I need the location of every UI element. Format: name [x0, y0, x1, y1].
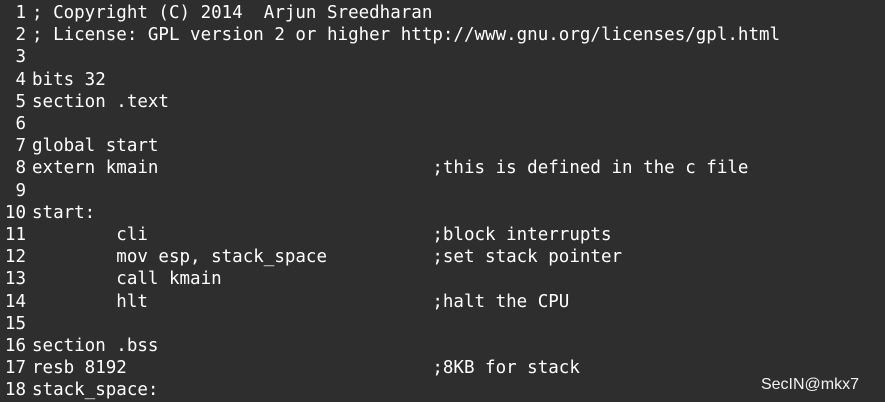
code-line: 12 mov esp, stack_space ;set stack point… [0, 246, 885, 268]
line-number: 18 [4, 380, 26, 401]
line-number: 12 [4, 247, 26, 268]
code-line: 15 [0, 313, 885, 335]
code-line: 9 [0, 180, 885, 202]
line-number: 2 [15, 25, 26, 46]
line-number: 11 [4, 225, 26, 245]
line-text: ; Copyright (C) 2014 Arjun Sreedharan [32, 3, 433, 23]
code-line: 7 global start [0, 135, 885, 157]
line-number: 10 [4, 202, 26, 223]
code-line: 1 ; Copyright (C) 2014 Arjun Sreedharan [0, 2, 885, 24]
line-number: 17 [4, 358, 26, 379]
line-text: section .bss [32, 336, 159, 356]
line-number: 4 [15, 69, 26, 90]
line-text: bits 32 [32, 69, 106, 90]
line-number: 3 [15, 47, 26, 68]
line-number: 9 [15, 180, 26, 201]
line-text: global start [32, 136, 159, 157]
code-line: 8 extern kmain ;this is defined in the c … [0, 157, 885, 179]
line-text: resb 8192 ;8KB for stack [32, 358, 580, 379]
line-number: 5 [15, 91, 26, 112]
code-line: 17 resb 8192 ;8KB for stack [0, 357, 885, 379]
code-line: 4 bits 32 [0, 69, 885, 91]
line-number: 1 [15, 3, 26, 23]
code-line: 13 call kmain [0, 268, 885, 290]
line-text: section .text [32, 91, 169, 112]
code-line: 5 section .text [0, 91, 885, 113]
watermark: SecIN@mkx7 [760, 376, 859, 393]
line-text: stack_space: [32, 380, 159, 401]
code-line: 3 [0, 46, 885, 68]
line-text: start: [32, 202, 96, 223]
code-editor[interactable]: 1 ; Copyright (C) 2014 Arjun Sreedharan 2… [0, 0, 885, 402]
line-number: 13 [4, 269, 26, 290]
line-number: 16 [4, 336, 26, 356]
line-text: mov esp, stack_space ;set stack pointer [32, 247, 623, 268]
code-line: 6 [0, 113, 885, 135]
code-line: 18 stack_space: [0, 379, 885, 401]
line-number: 8 [15, 158, 26, 179]
line-text: call kmain [32, 269, 222, 290]
code-line: 16 section .bss [0, 335, 885, 357]
line-number: 14 [4, 291, 26, 312]
line-number: 7 [15, 136, 26, 157]
line-number: 15 [4, 313, 26, 334]
code-line: 14 hlt ;halt the CPU [0, 291, 885, 313]
code-line: 2 ; License: GPL version 2 or higher http… [0, 24, 885, 46]
line-number: 6 [15, 114, 26, 134]
line-text: cli ;block interrupts [32, 225, 612, 245]
code-line: 10 start: [0, 202, 885, 224]
line-text: hlt ;halt the CPU [32, 291, 570, 312]
line-text: extern kmain ;this is defined in the c f… [32, 158, 749, 179]
code-line: 11 cli ;block interrupts [0, 224, 885, 246]
line-text: ; License: GPL version 2 or higher http:… [32, 25, 781, 46]
